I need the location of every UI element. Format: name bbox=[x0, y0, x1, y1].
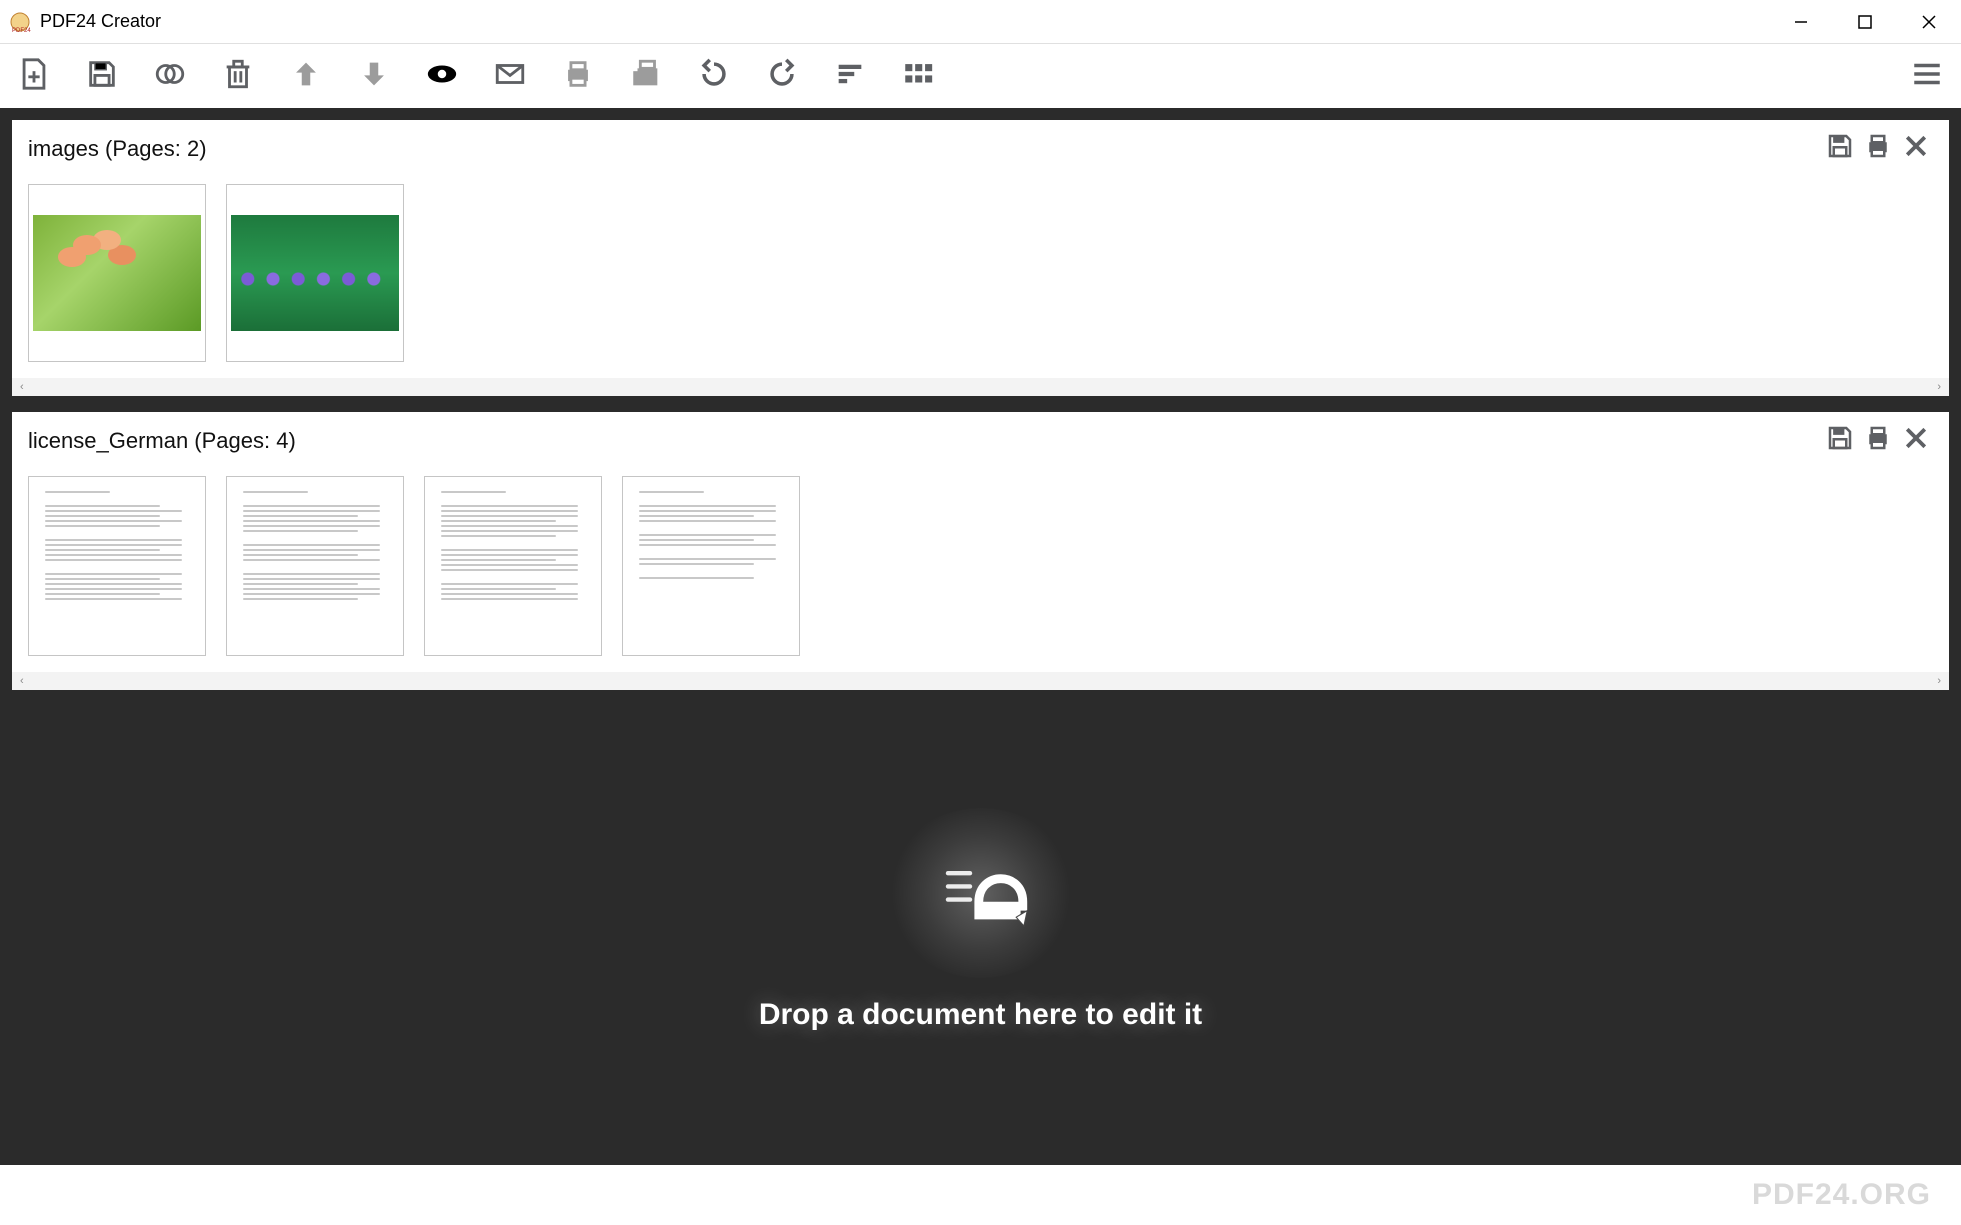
toolbar bbox=[0, 44, 1961, 108]
print-icon bbox=[1863, 423, 1893, 459]
main-workspace: images (Pages: 2) ‹ bbox=[0, 108, 1961, 1165]
doc-save-button[interactable] bbox=[1823, 424, 1857, 458]
app-icon: PDF24 bbox=[8, 10, 32, 34]
drop-icon bbox=[906, 828, 1056, 958]
doc-print-button[interactable] bbox=[1861, 424, 1895, 458]
drop-zone[interactable]: Drop a document here to edit it bbox=[12, 706, 1949, 1153]
rotate-right-button[interactable] bbox=[764, 58, 800, 94]
titlebar: PDF24 PDF24 Creator bbox=[0, 0, 1961, 44]
document-panel[interactable]: images (Pages: 2) ‹ bbox=[12, 120, 1949, 396]
document-panel[interactable]: license_German (Pages: 4) bbox=[12, 412, 1949, 690]
sort-icon bbox=[833, 57, 867, 96]
print-button[interactable] bbox=[560, 58, 596, 94]
move-up-button[interactable] bbox=[288, 58, 324, 94]
doc-print-button[interactable] bbox=[1861, 132, 1895, 166]
page-thumbnail[interactable] bbox=[28, 184, 206, 362]
eye-icon bbox=[425, 57, 459, 96]
print-icon bbox=[561, 57, 595, 96]
doc-save-button[interactable] bbox=[1823, 132, 1857, 166]
close-icon bbox=[1901, 131, 1931, 167]
rotate-left-icon bbox=[697, 57, 731, 96]
add-file-button[interactable] bbox=[16, 58, 52, 94]
chevron-left-icon: ‹ bbox=[20, 381, 24, 393]
file-plus-icon bbox=[17, 57, 51, 96]
grid-icon bbox=[901, 57, 935, 96]
page-thumbnail[interactable] bbox=[424, 476, 602, 656]
merge-button[interactable] bbox=[152, 58, 188, 94]
sort-button[interactable] bbox=[832, 58, 868, 94]
svg-text:PDF24: PDF24 bbox=[12, 28, 31, 34]
document-title: license_German (Pages: 4) bbox=[28, 428, 296, 454]
fax-icon bbox=[629, 57, 663, 96]
close-icon bbox=[1901, 423, 1931, 459]
trash-icon bbox=[221, 57, 255, 96]
hamburger-icon bbox=[1910, 57, 1944, 96]
window-controls bbox=[1769, 0, 1961, 44]
email-button[interactable] bbox=[492, 58, 528, 94]
doc-close-button[interactable] bbox=[1899, 424, 1933, 458]
hamburger-menu[interactable] bbox=[1909, 58, 1945, 94]
document-header: license_German (Pages: 4) bbox=[12, 412, 1949, 466]
arrow-up-icon bbox=[289, 57, 323, 96]
footer: PDF24.ORG bbox=[0, 1165, 1961, 1225]
document-header: images (Pages: 2) bbox=[12, 120, 1949, 174]
horizontal-scrollbar[interactable]: ‹ › bbox=[12, 378, 1949, 396]
footer-brand: PDF24.ORG bbox=[1752, 1178, 1931, 1212]
document-thumbnails bbox=[12, 174, 1949, 378]
page-thumbnail[interactable] bbox=[226, 184, 404, 362]
save-icon bbox=[85, 57, 119, 96]
document-title: images (Pages: 2) bbox=[28, 136, 207, 162]
document-thumbnails bbox=[12, 466, 1949, 672]
page-thumbnail[interactable] bbox=[28, 476, 206, 656]
page-thumbnail[interactable] bbox=[226, 476, 404, 656]
horizontal-scrollbar[interactable]: ‹ › bbox=[12, 672, 1949, 690]
rotate-right-icon bbox=[765, 57, 799, 96]
chevron-right-icon: › bbox=[1937, 381, 1941, 393]
save-button[interactable] bbox=[84, 58, 120, 94]
drop-zone-label: Drop a document here to edit it bbox=[759, 998, 1202, 1032]
maximize-button[interactable] bbox=[1833, 0, 1897, 44]
fax-button[interactable] bbox=[628, 58, 664, 94]
mail-icon bbox=[493, 57, 527, 96]
page-thumbnail[interactable] bbox=[622, 476, 800, 656]
chevron-left-icon: ‹ bbox=[20, 675, 24, 687]
grid-button[interactable] bbox=[900, 58, 936, 94]
minimize-button[interactable] bbox=[1769, 0, 1833, 44]
rotate-left-button[interactable] bbox=[696, 58, 732, 94]
print-icon bbox=[1863, 131, 1893, 167]
save-icon bbox=[1825, 131, 1855, 167]
chevron-right-icon: › bbox=[1937, 675, 1941, 687]
app-title: PDF24 Creator bbox=[40, 11, 161, 32]
move-down-button[interactable] bbox=[356, 58, 392, 94]
doc-close-button[interactable] bbox=[1899, 132, 1933, 166]
delete-button[interactable] bbox=[220, 58, 256, 94]
save-icon bbox=[1825, 423, 1855, 459]
preview-button[interactable] bbox=[424, 58, 460, 94]
merge-icon bbox=[153, 57, 187, 96]
close-button[interactable] bbox=[1897, 0, 1961, 44]
arrow-down-icon bbox=[357, 57, 391, 96]
